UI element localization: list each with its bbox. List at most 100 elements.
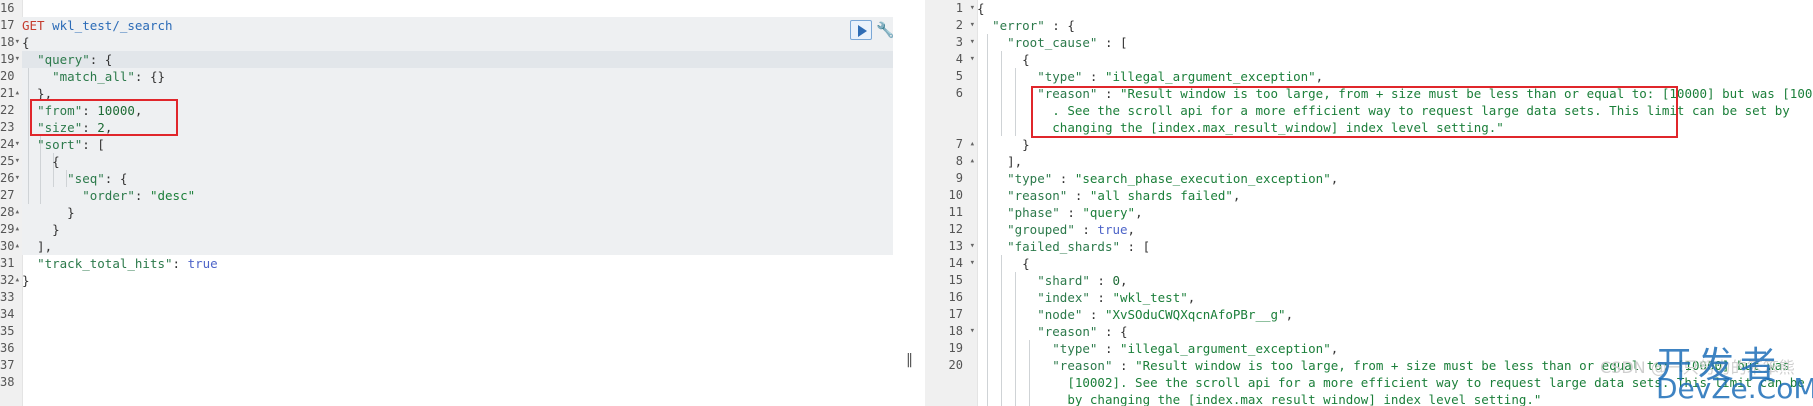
fold-toggle-icon[interactable]: ▴ — [15, 272, 20, 289]
json-value: 0 — [1112, 273, 1121, 288]
watermark-logo: CSDN @一只努力的笨笨熊 开发者 DevZe.CoM — [1600, 330, 1813, 406]
json-key: "shard" — [1037, 273, 1090, 288]
json-key: "type" — [1037, 69, 1083, 84]
fold-toggle-icon[interactable]: ▴ — [15, 221, 20, 238]
code-line: "shard" : 0, — [1037, 273, 1128, 288]
json-value: "all shards failed" — [1089, 188, 1233, 203]
json-key: "reason" — [1037, 324, 1098, 339]
line-number — [925, 102, 977, 119]
line-number: 18 ▾ — [948, 323, 975, 340]
json-value: "XvSOduCWQXqcnAfoPBr__g" — [1104, 307, 1286, 322]
code-line: ], — [22, 239, 53, 254]
line-number: 10 — [948, 188, 963, 202]
code-line: "type" : "search_phase_execution_excepti… — [1007, 171, 1339, 186]
json-key: "phase" — [1007, 205, 1060, 220]
json-value: {} — [149, 69, 166, 84]
line-number: 38 — [0, 375, 15, 389]
line-number: 3 ▾ — [955, 34, 975, 51]
line-number: 30 ▴ — [0, 238, 20, 255]
code-line: "grouped" : true, — [1007, 222, 1136, 237]
fold-toggle-icon[interactable]: ▾ — [970, 0, 975, 17]
line-number: 24 ▾ — [0, 136, 20, 153]
request-line: GET wkl_test/_search — [22, 17, 893, 34]
fold-toggle-icon[interactable]: ▾ — [15, 136, 20, 153]
line-number: 28 ▴ — [0, 204, 20, 221]
line-number: 14 ▾ — [948, 255, 975, 272]
line-number: 29 ▴ — [0, 221, 20, 238]
line-number: 36 — [0, 341, 15, 355]
json-value: "search_phase_execution_exception" — [1074, 171, 1331, 186]
code-line: { — [22, 34, 893, 51]
line-number: 19 ▾ — [0, 51, 20, 68]
json-key: "error" — [992, 18, 1045, 33]
request-line-gutter: 16 17 18 ▾ 19 ▾ 20 21 ▴ 22 23 24 ▾ 25 ▾ 26 ▾ 27 28 ▴ 29 ▴ 30 ▴ 3… — [0, 0, 23, 406]
fold-toggle-icon[interactable]: ▾ — [15, 170, 20, 187]
fold-toggle-icon[interactable]: ▾ — [15, 34, 20, 51]
line-number: 17 — [948, 307, 963, 321]
json-value: "illegal_argument_exception" — [1104, 69, 1316, 84]
fold-toggle-icon[interactable]: ▾ — [15, 153, 20, 170]
fold-toggle-icon[interactable]: ▴ — [970, 136, 975, 153]
line-number: 9 — [955, 171, 963, 185]
fold-toggle-icon[interactable]: ▴ — [15, 238, 20, 255]
fold-toggle-icon[interactable]: ▾ — [970, 17, 975, 34]
code-line: { — [977, 1, 985, 16]
run-request-button[interactable] — [850, 20, 872, 40]
http-method: GET — [22, 18, 45, 33]
fold-toggle-icon[interactable]: ▾ — [970, 323, 975, 340]
json-key: "track_total_hits" — [37, 256, 173, 271]
json-key: "order" — [82, 188, 135, 203]
fold-toggle-icon[interactable]: ▾ — [970, 51, 975, 68]
code-line: "seq": { — [67, 171, 128, 186]
line-number: 27 — [0, 188, 15, 202]
line-number: 4 ▾ — [955, 51, 975, 68]
line-number: 2 ▾ — [955, 17, 975, 34]
line-number: 17 — [0, 18, 15, 32]
response-line-gutter: 1 ▾ 2 ▾ 3 ▾ 4 ▾ 5 6 7 ▴ 8 ▴ 9 10 11 12 13 ▾ 14 ▾ 15 16 17 18 ▾ 19 2… — [925, 0, 978, 406]
code-line: "query": { — [37, 52, 113, 67]
json-value: "wkl_test" — [1112, 290, 1188, 305]
code-line: } — [22, 205, 75, 220]
line-number: 23 — [0, 120, 15, 134]
brace: { — [22, 35, 30, 50]
code-line: "order": "desc" — [82, 188, 196, 203]
json-key: "sort" — [37, 137, 83, 152]
json-key: "grouped" — [1007, 222, 1075, 237]
fold-toggle-icon[interactable]: ▴ — [15, 204, 20, 221]
json-key: "failed_shards" — [1007, 239, 1120, 254]
line-number: 25 ▾ — [0, 153, 20, 170]
line-number: 19 — [948, 341, 963, 355]
line-number: 16 — [948, 290, 963, 304]
json-key: "seq" — [67, 171, 105, 186]
request-path: wkl_test/_search — [52, 18, 173, 33]
fold-toggle-icon[interactable]: ▾ — [970, 34, 975, 51]
fold-toggle-icon[interactable]: ▾ — [970, 255, 975, 272]
line-number: 8 ▴ — [955, 153, 975, 170]
line-number — [925, 119, 977, 136]
code-line: "phase" : "query", — [1007, 205, 1143, 220]
line-number: 7 ▴ — [955, 136, 975, 153]
line-number: 34 — [0, 307, 15, 321]
code-line: } — [977, 137, 1030, 152]
fold-toggle-icon[interactable]: ▴ — [970, 153, 975, 170]
line-number: 12 — [948, 222, 963, 236]
json-value: true — [187, 256, 218, 271]
line-number: 15 — [948, 273, 963, 287]
json-value: "illegal_argument_exception" — [1120, 341, 1331, 356]
code-line: "index" : "wkl_test", — [1037, 290, 1196, 305]
code-line: ], — [977, 154, 1023, 169]
json-value: "query" — [1082, 205, 1136, 220]
request-editor[interactable]: 16 17 18 ▾ 19 ▾ 20 21 ▴ 22 23 24 ▾ 25 ▾ 26 ▾ 27 28 ▴ 29 ▴ 30 ▴ 3… — [0, 0, 893, 406]
fold-toggle-icon[interactable]: ▴ — [15, 85, 20, 102]
code-line: "node" : "XvSOduCWQXqcnAfoPBr__g", — [1037, 307, 1294, 322]
wrench-settings-icon[interactable]: 🔧 — [876, 20, 893, 40]
line-number: 13 ▾ — [948, 238, 975, 255]
line-number: 26 ▾ — [0, 170, 20, 187]
code-line: "error" : { — [992, 18, 1075, 33]
json-key: "type" — [1007, 171, 1053, 186]
request-code-area[interactable]: GET wkl_test/_search { "query": { "match… — [22, 0, 893, 289]
fold-toggle-icon[interactable]: ▾ — [970, 238, 975, 255]
code-line: "failed_shards" : [ — [1007, 239, 1151, 254]
fold-toggle-icon[interactable]: ▾ — [15, 51, 20, 68]
pane-resize-handle[interactable]: ‖ — [893, 0, 925, 406]
